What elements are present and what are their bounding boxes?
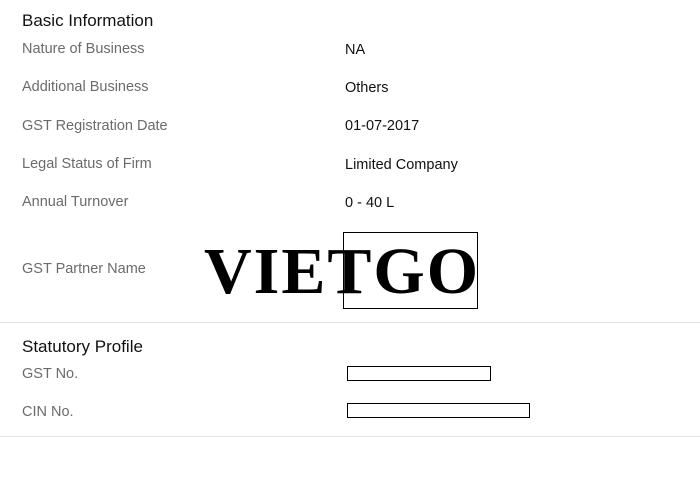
- legal-status-label: Legal Status of Firm: [22, 156, 152, 172]
- additional-business-label: Additional Business: [22, 79, 149, 95]
- nature-of-business-label: Nature of Business: [22, 41, 145, 57]
- additional-business-value: Others: [345, 80, 389, 96]
- annual-turnover-label: Annual Turnover: [22, 194, 129, 210]
- basic-information-title: Basic Information: [22, 11, 154, 30]
- statutory-profile-title: Statutory Profile: [22, 337, 143, 356]
- nature-of-business-value: NA: [345, 42, 366, 58]
- section-divider-bottom: [0, 436, 700, 437]
- cin-no-label: CIN No.: [22, 404, 74, 420]
- gst-registration-date-value: 01-07-2017: [345, 118, 420, 134]
- cin-no-redaction: [347, 403, 530, 418]
- section-divider: [0, 322, 700, 323]
- gst-partner-name-label: GST Partner Name: [22, 261, 146, 277]
- legal-status-value: Limited Company: [345, 157, 458, 173]
- gst-registration-date-label: GST Registration Date: [22, 118, 168, 134]
- gst-no-redaction: [347, 366, 491, 381]
- gst-no-label: GST No.: [22, 366, 79, 382]
- watermark-frame: [343, 232, 478, 309]
- annual-turnover-value: 0 - 40 L: [345, 195, 395, 211]
